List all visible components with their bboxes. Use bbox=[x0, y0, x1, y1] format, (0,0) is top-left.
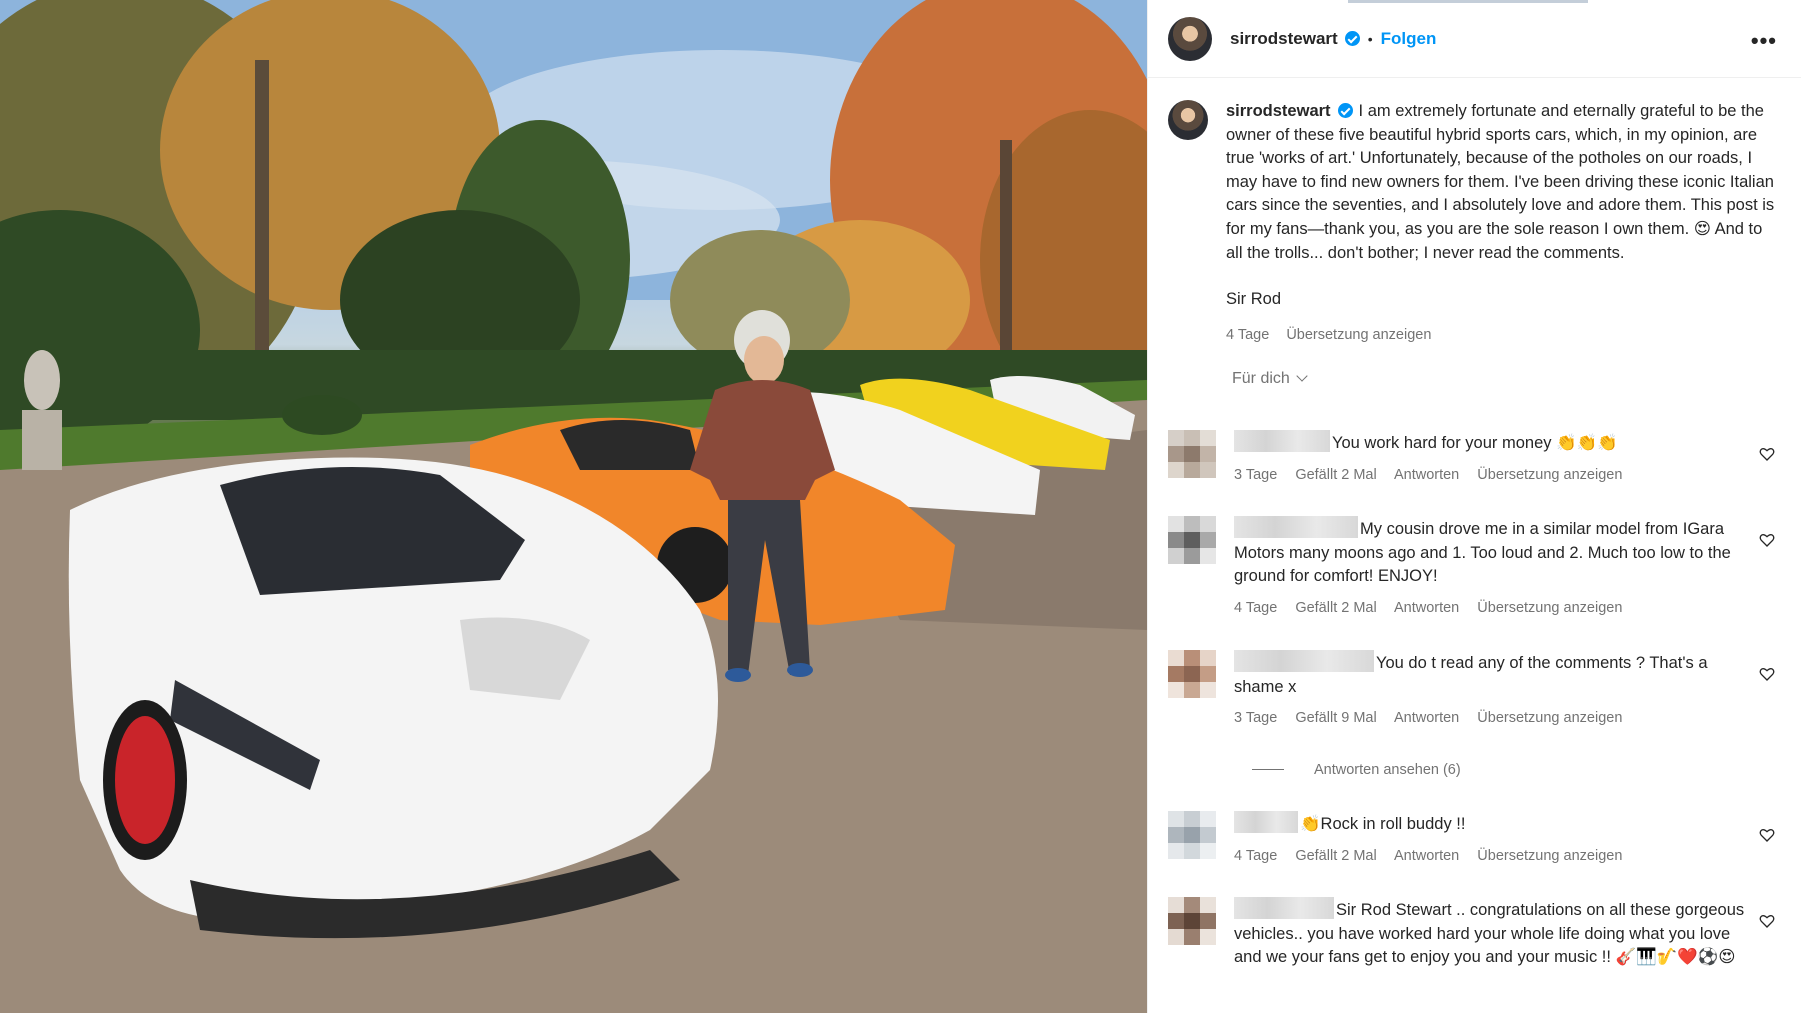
comment-item: You work hard for your money 👏👏👏 3 Tage … bbox=[1168, 430, 1781, 487]
replies-divider bbox=[1252, 769, 1284, 770]
comment-translate-link[interactable]: Übersetzung anzeigen bbox=[1477, 848, 1622, 864]
comment-username-blurred[interactable] bbox=[1234, 811, 1298, 833]
comment-reply-button[interactable]: Antworten bbox=[1394, 600, 1459, 616]
comment-translate-link[interactable]: Übersetzung anzeigen bbox=[1477, 467, 1622, 483]
comment-likes[interactable]: Gefällt 2 Mal bbox=[1295, 848, 1376, 864]
caption-translate-link[interactable]: Übersetzung anzeigen bbox=[1286, 327, 1431, 343]
post-photo[interactable] bbox=[0, 0, 1147, 1013]
author-avatar[interactable] bbox=[1168, 16, 1212, 61]
verified-badge-icon bbox=[1337, 103, 1353, 118]
comment-item: My cousin drove me in a similar model fr… bbox=[1168, 516, 1781, 620]
caption-text-block: sirrodstewart I am extremely fortunate an… bbox=[1226, 100, 1777, 265]
header-separator: • bbox=[1367, 30, 1373, 47]
comment-likes[interactable]: Gefällt 2 Mal bbox=[1295, 467, 1376, 483]
comment-age[interactable]: 3 Tage bbox=[1234, 710, 1277, 726]
caption-text: I am extremely fortunate and eternally g… bbox=[1226, 102, 1775, 262]
comment-username-blurred[interactable] bbox=[1234, 430, 1330, 452]
comment-sort-label: Für dich bbox=[1232, 370, 1290, 388]
comment-text: 👏Rock in roll buddy !! bbox=[1300, 815, 1466, 833]
heart-outline-icon[interactable] bbox=[1759, 913, 1775, 929]
more-options-icon[interactable]: ••• bbox=[1751, 28, 1777, 54]
comment-item: You do t read any of the comments ? That… bbox=[1168, 650, 1781, 731]
comment-text: You work hard for your money 👏👏👏 bbox=[1332, 434, 1618, 452]
view-replies-button[interactable]: Antworten ansehen (6) bbox=[1252, 762, 1461, 778]
comment-reply-button[interactable]: Antworten bbox=[1394, 710, 1459, 726]
comment-avatar[interactable] bbox=[1168, 650, 1216, 698]
comment-username-blurred[interactable] bbox=[1234, 897, 1334, 919]
comment-age[interactable]: 3 Tage bbox=[1234, 467, 1277, 483]
comment-avatar[interactable] bbox=[1168, 811, 1216, 859]
view-replies-label: Antworten ansehen (6) bbox=[1314, 762, 1461, 778]
comment-item: Sir Rod Stewart .. congratulations on al… bbox=[1168, 897, 1781, 970]
chevron-down-icon bbox=[1296, 370, 1308, 383]
comment-likes[interactable]: Gefällt 9 Mal bbox=[1295, 710, 1376, 726]
comment-item: 👏Rock in roll buddy !! 4 Tage Gefällt 2 … bbox=[1168, 811, 1781, 868]
heart-outline-icon[interactable] bbox=[1759, 532, 1775, 548]
comment-username-blurred[interactable] bbox=[1234, 650, 1374, 672]
caption-meta: 4 Tage Übersetzung anzeigen bbox=[1226, 324, 1777, 348]
heart-outline-icon[interactable] bbox=[1759, 666, 1775, 682]
comment-username-blurred[interactable] bbox=[1234, 516, 1358, 538]
caption-username[interactable]: sirrodstewart bbox=[1226, 102, 1331, 120]
post-header: sirrodstewart • Folgen ••• bbox=[1148, 0, 1801, 78]
post-side-panel: sirrodstewart • Folgen ••• sirrodstewart… bbox=[1147, 0, 1801, 1013]
follow-button[interactable]: Folgen bbox=[1381, 29, 1437, 49]
comment-translate-link[interactable]: Übersetzung anzeigen bbox=[1477, 710, 1622, 726]
comment-avatar[interactable] bbox=[1168, 516, 1216, 564]
caption-signature: Sir Rod bbox=[1226, 290, 1282, 309]
comment-avatar[interactable] bbox=[1168, 430, 1216, 478]
heart-outline-icon[interactable] bbox=[1759, 446, 1775, 462]
post-photo-illustration bbox=[0, 0, 1147, 1013]
comment-age[interactable]: 4 Tage bbox=[1234, 848, 1277, 864]
author-username[interactable]: sirrodstewart bbox=[1230, 29, 1338, 49]
caption-age[interactable]: 4 Tage bbox=[1226, 327, 1269, 343]
comment-avatar[interactable] bbox=[1168, 897, 1216, 945]
comment-translate-link[interactable]: Übersetzung anzeigen bbox=[1477, 600, 1622, 616]
comment-age[interactable]: 4 Tage bbox=[1234, 600, 1277, 616]
comment-likes[interactable]: Gefällt 2 Mal bbox=[1295, 600, 1376, 616]
caption-avatar[interactable] bbox=[1168, 100, 1208, 140]
comment-sort-dropdown[interactable]: Für dich bbox=[1232, 370, 1801, 388]
post-caption: sirrodstewart I am extremely fortunate an… bbox=[1148, 78, 1801, 347]
verified-badge-icon bbox=[1344, 31, 1360, 46]
comment-reply-button[interactable]: Antworten bbox=[1394, 467, 1459, 483]
comment-reply-button[interactable]: Antworten bbox=[1394, 848, 1459, 864]
heart-outline-icon[interactable] bbox=[1759, 827, 1775, 843]
